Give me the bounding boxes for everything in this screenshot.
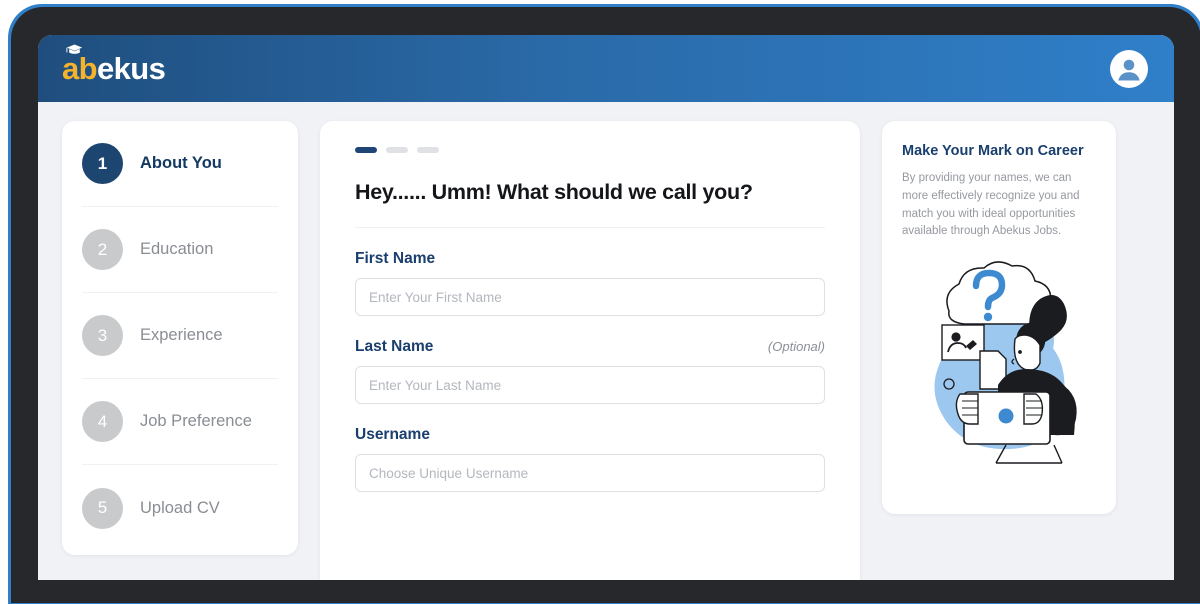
about-you-form-card: Hey...... Umm! What should we call you? … <box>320 121 860 580</box>
abekus-logo[interactable]: ab ekus <box>62 44 166 86</box>
sidebar-item-about-you[interactable]: 1 About You <box>82 121 278 207</box>
last-name-optional-tag: (Optional) <box>767 339 825 354</box>
field-header: Username <box>355 426 825 444</box>
steps-sidebar: 1 About You 2 Education 3 Experience 4 J… <box>62 121 298 555</box>
page-content: 1 About You 2 Education 3 Experience 4 J… <box>38 102 1174 580</box>
username-label: Username <box>355 426 430 443</box>
step-number-badge: 3 <box>82 315 123 356</box>
logo-text-secondary: ekus <box>96 51 166 86</box>
step-label: Job Preference <box>140 412 252 430</box>
last-name-input[interactable] <box>355 366 825 404</box>
logo-text-primary: ab <box>62 51 98 86</box>
step-label: Education <box>140 240 214 258</box>
progress-dash-2 <box>386 147 408 153</box>
field-header: First Name <box>355 250 825 268</box>
graduation-cap-icon <box>66 44 83 54</box>
promo-title: Make Your Mark on Career <box>902 143 1084 159</box>
step-label: Upload CV <box>140 498 220 517</box>
last-name-label: Last Name <box>355 338 434 355</box>
field-header: Last Name (Optional) <box>355 338 825 356</box>
field-username: Username <box>355 426 825 492</box>
sidebar-item-upload-cv[interactable]: 5 Upload CV <box>82 465 278 551</box>
device-screen: ab ekus 1 About You 2 Education 3 Experi… <box>38 35 1174 580</box>
form-title: Hey...... Umm! What should we call you? <box>355 180 825 228</box>
field-first-name: First Name <box>355 250 825 316</box>
first-name-label: First Name <box>355 250 436 267</box>
promo-card: Make Your Mark on Career By providing yo… <box>882 121 1116 514</box>
step-number-badge: 1 <box>82 143 123 184</box>
progress-dash-3 <box>417 147 439 153</box>
step-number-badge: 4 <box>82 401 123 442</box>
avatar-person-glyph <box>1112 51 1146 86</box>
app-header: ab ekus <box>38 35 1174 102</box>
step-number-badge: 5 <box>82 487 123 529</box>
progress-indicator <box>355 147 825 153</box>
step-number-badge: 2 <box>82 229 123 270</box>
sidebar-item-education[interactable]: 2 Education <box>82 207 278 293</box>
step-label: Experience <box>140 326 223 344</box>
field-last-name: Last Name (Optional) <box>355 338 825 404</box>
person-with-tablet-thought-cloud-illustration <box>934 261 1077 464</box>
sidebar-item-experience[interactable]: 3 Experience <box>82 293 278 379</box>
username-input[interactable] <box>355 454 825 492</box>
progress-dash-1 <box>355 147 377 153</box>
first-name-input[interactable] <box>355 278 825 316</box>
step-label: About You <box>140 154 222 172</box>
user-avatar-icon[interactable] <box>1110 49 1148 88</box>
sidebar-item-job-preference[interactable]: 4 Job Preference <box>82 379 278 465</box>
promo-body-text: By providing your names, we can more eff… <box>902 172 1080 238</box>
